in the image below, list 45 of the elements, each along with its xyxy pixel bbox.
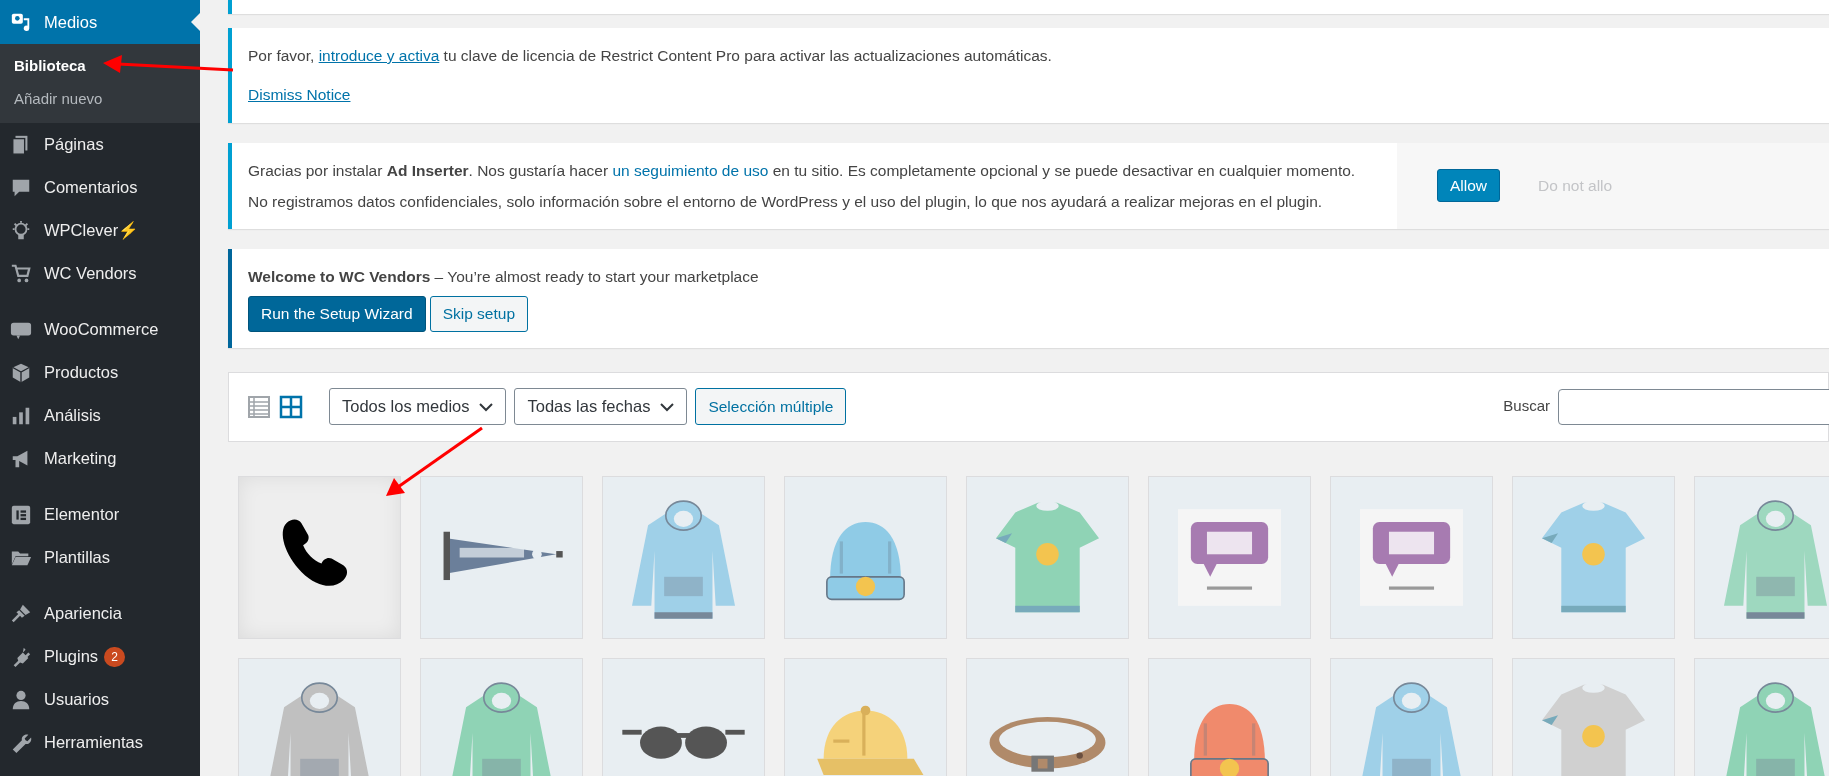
setup-wizard-button[interactable]: Run the Setup Wizard	[248, 296, 426, 332]
sidebar-item[interactable]: Comentarios	[0, 166, 200, 209]
notice-link[interactable]: introduce y activa	[318, 47, 440, 64]
sidebar-item[interactable]: WC Vendors	[0, 252, 200, 295]
chevron-icon	[660, 401, 675, 412]
search-field[interactable]	[1558, 388, 1829, 425]
bulk-select-button[interactable]: Selección múltiple	[695, 388, 847, 425]
user-icon	[10, 688, 32, 711]
grid-view-icon[interactable]	[279, 394, 303, 419]
chevron-icon	[479, 401, 494, 412]
lightbulb-icon	[10, 219, 32, 242]
allow-button[interactable]: Allow	[1437, 169, 1501, 203]
notice-text: No registramos datos confidenciales, solo información sobre el entorno de WordPress y el uso del plugin, lo que nos ayudará a realizar mejoras en el plugin.	[248, 191, 1324, 212]
sidebar-item[interactable]: Medios	[0, 0, 200, 44]
filter-dropdown[interactable]: Todas las fechas	[514, 388, 688, 425]
sidebar-item[interactable]: Productos	[0, 351, 200, 394]
sidebar-item[interactable]: Páginas	[0, 123, 200, 166]
update-count-badge: 2	[104, 646, 125, 667]
brush-icon	[10, 602, 32, 625]
sidebar-item[interactable]: Usuarios	[0, 678, 200, 721]
notice-text: Por favor, introduce y activa tu clave de licencia de Restrict Content Pro para activar las actualizaciones automáticas.	[248, 46, 1053, 66]
cart-icon	[10, 262, 32, 285]
media-icon	[10, 11, 32, 33]
sidebar-item[interactable]: Plugins 2	[0, 635, 200, 678]
filter-dropdown[interactable]: Todos los medios	[329, 388, 507, 425]
media-thumbnail[interactable]	[238, 475, 401, 639]
dismiss-link[interactable]: Dismiss Notice	[248, 86, 351, 104]
submenu-item[interactable]: Añadir nuevo	[0, 82, 200, 115]
notice-text: Gracias por instalar Ad Inserter. Nos gustaría hacer un seguimiento de uso en tu sitio. Es completamente opcional y se puede desactivar en cualquier momento.	[248, 160, 1357, 181]
menu-pointer	[191, 13, 200, 31]
notice-link[interactable]: un seguimiento de uso	[612, 161, 769, 179]
sidebar-item[interactable]: WPClever⚡	[0, 209, 200, 252]
notice-text: Welcome to WC Vendors – You’re almost ready to start your marketplace	[248, 267, 760, 287]
sidebar-item[interactable]: Plantillas	[0, 536, 200, 579]
box-icon	[10, 361, 32, 384]
sidebar-item[interactable]: Marketing	[0, 437, 200, 480]
sidebar-item[interactable]: WooCommerce	[0, 308, 200, 351]
search-label: Buscar	[1503, 396, 1550, 417]
sidebar-item[interactable]: Herramientas	[0, 721, 200, 764]
sidebar-item[interactable]: Elementor	[0, 493, 200, 536]
sidebar-item[interactable]: Análisis	[0, 394, 200, 437]
skip-setup-button[interactable]: Skip setup	[429, 296, 529, 332]
submenu-item[interactable]: Biblioteca	[0, 50, 200, 83]
sidebar-item[interactable]: Apariencia	[0, 592, 200, 635]
elementor-icon	[10, 503, 32, 526]
